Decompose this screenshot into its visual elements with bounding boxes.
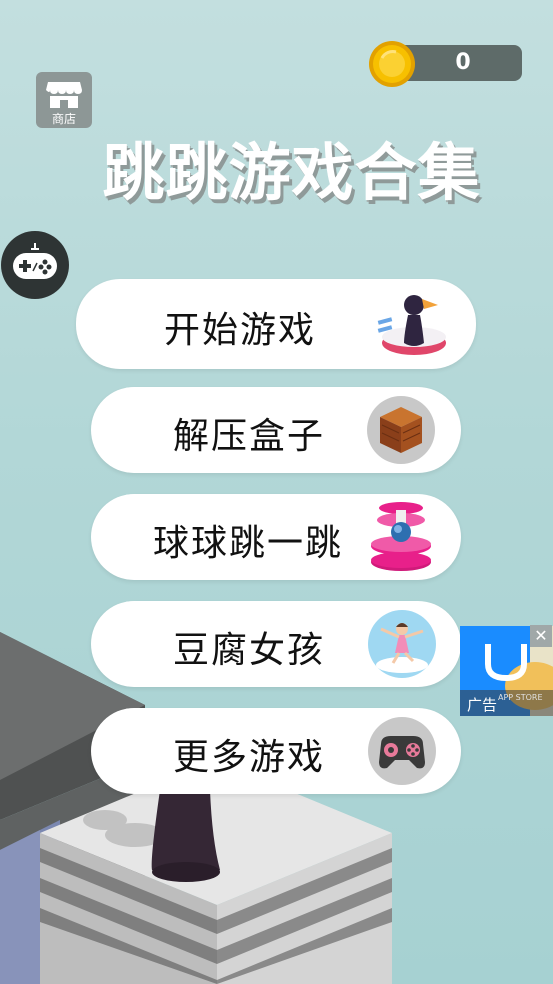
jump-character-icon bbox=[373, 286, 449, 362]
coin-count: 0 bbox=[455, 50, 471, 75]
more-games-label: 更多游戏 bbox=[173, 737, 326, 778]
coin-icon bbox=[369, 41, 415, 87]
more-games-button[interactable]: 更多游戏 bbox=[91, 708, 461, 794]
shop-button[interactable]: 商店 bbox=[36, 72, 92, 128]
store-icon bbox=[46, 82, 82, 108]
helix-ball-icon bbox=[371, 502, 431, 571]
decompress-box-label: 解压盒子 bbox=[173, 416, 326, 457]
start-game-button[interactable]: 开始游戏 bbox=[76, 279, 476, 369]
ad-store-text: APP STORE bbox=[498, 693, 543, 702]
ball-jump-button[interactable]: 球球跳一跳 bbox=[91, 494, 461, 580]
wood-cube-icon bbox=[367, 396, 435, 464]
tofu-girl-label: 豆腐女孩 bbox=[173, 630, 326, 671]
tofu-girl-icon bbox=[368, 610, 436, 678]
close-icon[interactable]: ✕ bbox=[530, 625, 552, 647]
gamepad-icon bbox=[13, 243, 57, 279]
tofu-girl-button[interactable]: 豆腐女孩 bbox=[91, 601, 461, 687]
start-game-label: 开始游戏 bbox=[164, 310, 317, 351]
ball-jump-label: 球球跳一跳 bbox=[153, 523, 344, 564]
page-title: 跳跳游戏合集 bbox=[102, 136, 481, 209]
decompress-box-button[interactable]: 解压盒子 bbox=[91, 387, 461, 473]
ad-label: 广告 bbox=[467, 696, 498, 714]
gamepad-icon bbox=[368, 717, 436, 785]
game-center-button[interactable] bbox=[1, 231, 69, 299]
